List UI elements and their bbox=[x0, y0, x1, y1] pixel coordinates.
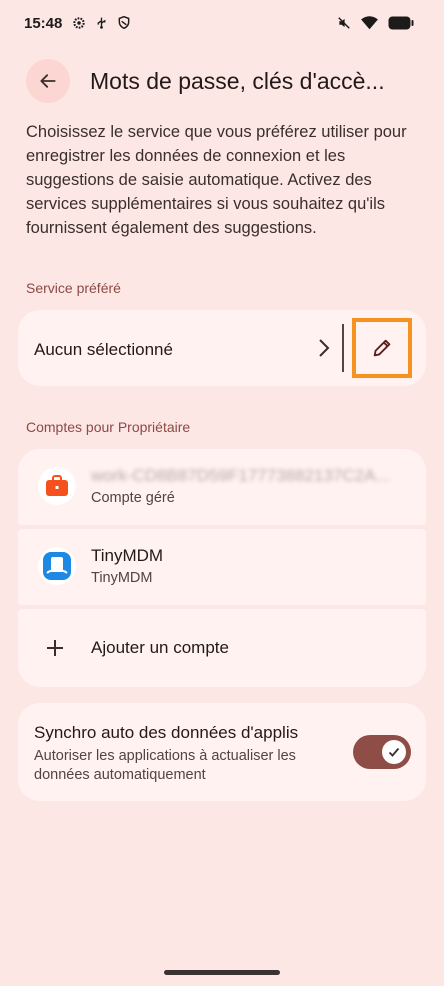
settings-icon bbox=[73, 16, 85, 29]
page-title: Mots de passe, clés d'accè... bbox=[90, 68, 385, 94]
status-icons-right bbox=[337, 16, 414, 30]
preferred-service-row[interactable]: Aucun sélectionné bbox=[18, 310, 426, 386]
status-time: 15:48 bbox=[24, 15, 63, 32]
toggle-knob bbox=[382, 740, 406, 764]
intro-text: Choisissez le service que vous préférez … bbox=[26, 123, 407, 237]
briefcase-icon bbox=[46, 475, 68, 496]
usb-icon bbox=[97, 17, 106, 29]
account-subtitle: Compte géré bbox=[91, 490, 175, 506]
pencil-icon bbox=[373, 339, 391, 357]
auto-sync-toggle[interactable] bbox=[353, 735, 411, 769]
preferred-service-value: Aucun sélectionné bbox=[34, 340, 173, 359]
divider bbox=[342, 324, 344, 372]
auto-sync-title: Synchro auto des données d'applis bbox=[34, 723, 299, 742]
account-title: work-CD8B87D59F17773882137C2A... bbox=[91, 466, 390, 485]
account-subtitle: TinyMDM bbox=[91, 570, 153, 586]
arrow-back-icon bbox=[40, 74, 56, 88]
account-icon-wrapper bbox=[38, 467, 76, 505]
mute-icon bbox=[338, 17, 350, 29]
account-row-tinymdm[interactable]: TinyMDM TinyMDM bbox=[18, 529, 426, 605]
battery-icon bbox=[388, 16, 414, 30]
check-icon bbox=[388, 747, 400, 757]
auto-sync-row[interactable]: Synchro auto des données d'applis Autori… bbox=[18, 703, 426, 801]
plus-icon bbox=[47, 640, 63, 656]
auto-sync-subtitle: Autoriser les applications à actualiser … bbox=[34, 748, 296, 783]
add-account-label: Ajouter un compte bbox=[91, 638, 229, 657]
app-bar: Mots de passe, clés d'accè... bbox=[0, 56, 444, 112]
chevron-right-icon bbox=[319, 339, 330, 357]
edit-preferred-service-button[interactable] bbox=[352, 318, 412, 378]
back-button[interactable] bbox=[26, 59, 70, 103]
shield-icon bbox=[118, 15, 130, 30]
status-bar: 15:48 bbox=[0, 0, 444, 52]
account-title: TinyMDM bbox=[91, 546, 164, 565]
tinymdm-app-icon bbox=[43, 552, 71, 580]
account-icon-wrapper bbox=[38, 547, 76, 585]
preferred-service-section-label: Service préféré bbox=[26, 280, 121, 296]
account-row-work[interactable]: work-CD8B87D59F17773882137C2A... Compte … bbox=[18, 449, 426, 525]
status-icons-left bbox=[72, 15, 131, 30]
accounts-section-label: Comptes pour Propriétaire bbox=[26, 419, 191, 435]
wifi-icon bbox=[361, 16, 378, 30]
add-account-button[interactable]: Ajouter un compte bbox=[18, 609, 426, 687]
gesture-nav-handle[interactable] bbox=[164, 970, 280, 975]
